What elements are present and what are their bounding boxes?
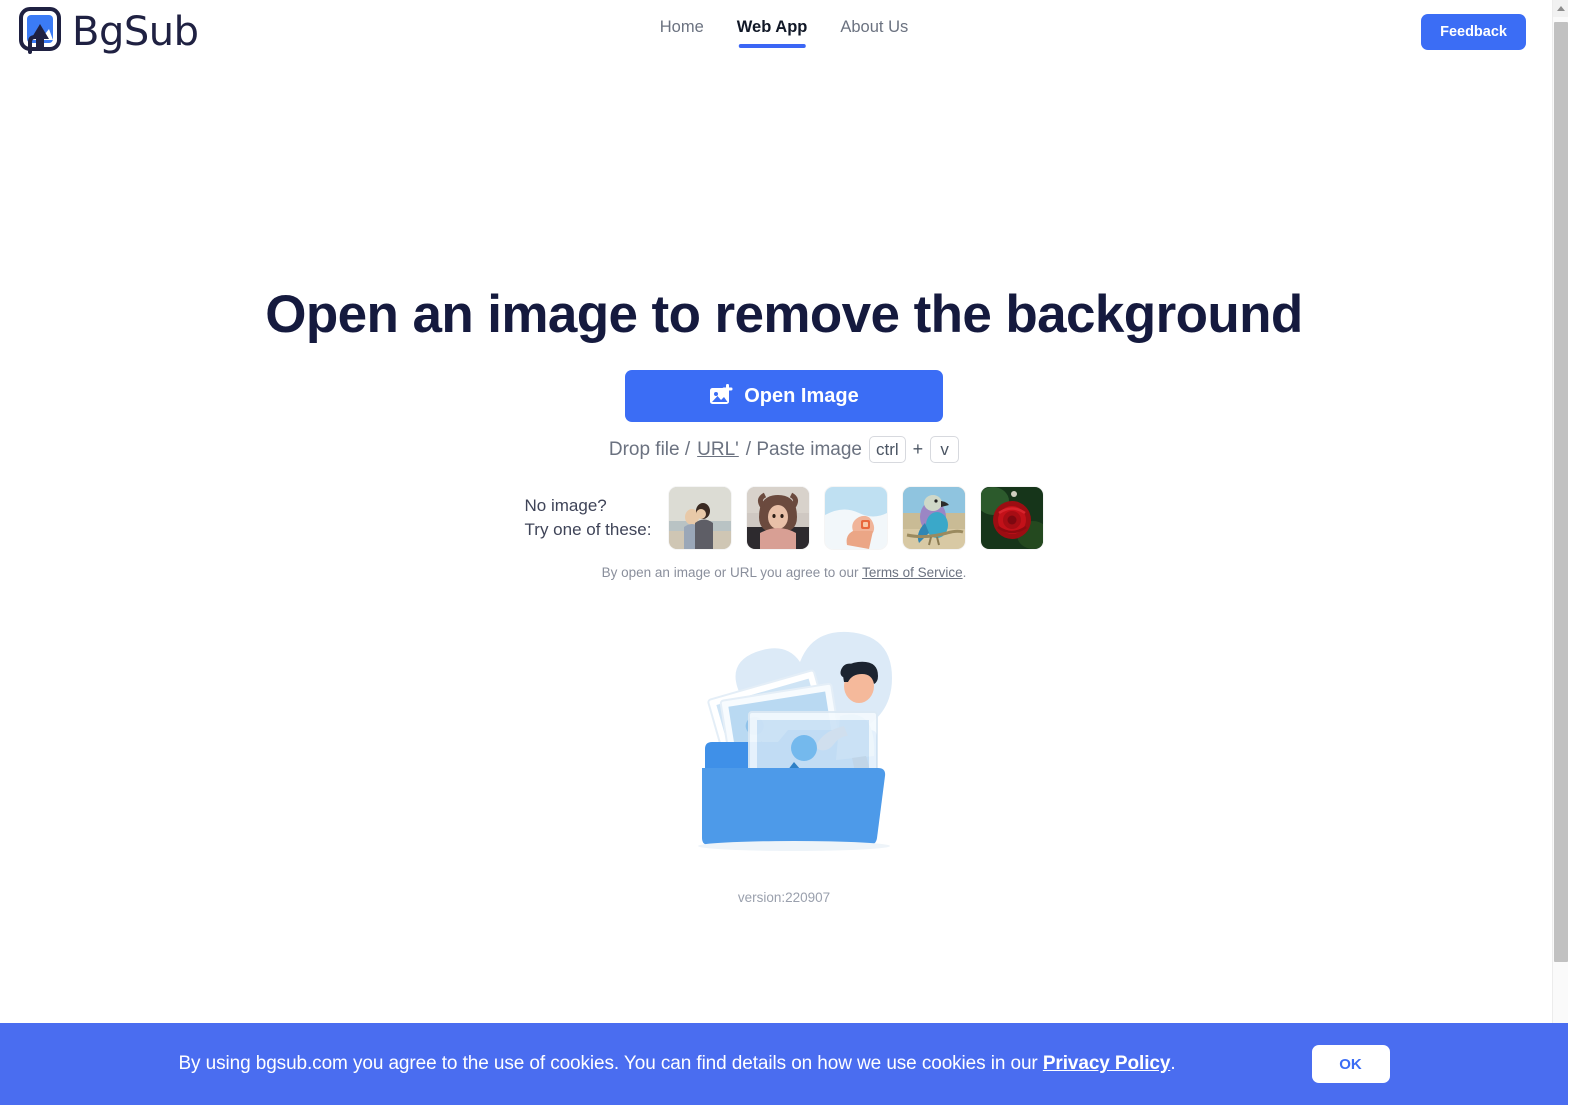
terms-of-service-link[interactable]: Terms of Service xyxy=(862,565,963,580)
sample-label-line-2: Try one of these: xyxy=(524,520,652,540)
nav-item-about-us[interactable]: About Us xyxy=(840,18,908,48)
terms-notice: By open an image or URL you agree to our… xyxy=(0,565,1568,580)
sample-images-row: No image? Try one of these: xyxy=(0,487,1568,550)
terms-suffix: . xyxy=(962,565,967,581)
logo-text: BgSub xyxy=(72,9,199,55)
scrollbar-thumb[interactable] xyxy=(1554,22,1568,962)
version-label: version:220907 xyxy=(737,890,831,906)
cookie-text-prefix: By using bgsub.com you agree to the use … xyxy=(178,1053,1038,1074)
privacy-policy-link[interactable]: Privacy Policy xyxy=(1043,1053,1171,1074)
sample-thumb-couple-photo[interactable] xyxy=(669,487,732,550)
terms-prefix: By open an image or URL you agree to our xyxy=(601,565,859,581)
drop-file-prefix: Drop file / xyxy=(608,438,691,460)
site-header: BgSub Home Web App About Us Feedback xyxy=(0,0,1568,68)
sample-label-line-1: No image? xyxy=(524,495,607,515)
nav-item-home[interactable]: Home xyxy=(660,18,704,48)
page-root: BgSub Home Web App About Us Feedback Ope… xyxy=(0,0,1568,1105)
cookie-text-suffix: . xyxy=(1170,1053,1176,1074)
drop-file-row: Drop file / URL' / Paste image ctrl + v xyxy=(0,436,1568,464)
open-image-button-wrap: Open Image xyxy=(0,370,1568,423)
add-image-icon xyxy=(709,384,735,408)
main-content: Open an image to remove the background O… xyxy=(0,68,1568,905)
main-nav: Home Web App About Us xyxy=(660,18,908,48)
paste-image-text: / Paste image xyxy=(745,438,862,460)
sample-thumb-hand-holding-object-photo[interactable] xyxy=(825,487,888,550)
sample-thumb-red-rose-photo[interactable] xyxy=(981,487,1044,550)
sample-thumb-lilac-breasted-roller-bird-photo[interactable] xyxy=(903,487,966,550)
url-link[interactable]: URL' xyxy=(697,439,739,461)
sample-images-label: No image? Try one of these: xyxy=(525,494,652,543)
open-image-button-label: Open Image xyxy=(744,384,859,407)
logo-image-arrow-icon xyxy=(18,6,68,58)
scrollbar-up-arrow-icon[interactable] xyxy=(1553,0,1568,17)
page-scrollbar[interactable] xyxy=(1552,0,1568,1105)
nav-item-web-app[interactable]: Web App xyxy=(737,18,807,48)
feedback-button[interactable]: Feedback xyxy=(1421,14,1526,50)
person-with-photo-folder-illustration xyxy=(698,632,892,852)
sample-thumb-woman-portrait-photo[interactable] xyxy=(747,487,810,550)
sample-thumbnails xyxy=(669,487,1044,550)
empty-state-illustration xyxy=(0,620,1568,852)
key-plus: + xyxy=(912,439,924,460)
open-image-button[interactable]: Open Image xyxy=(625,370,943,423)
logo[interactable]: BgSub xyxy=(18,6,199,58)
key-ctrl: ctrl xyxy=(868,436,906,464)
cookie-accept-button[interactable]: OK xyxy=(1311,1045,1390,1083)
page-title: Open an image to remove the background xyxy=(265,285,1303,344)
cookie-consent-text: By using bgsub.com you agree to the use … xyxy=(178,1053,1175,1075)
key-v: v xyxy=(930,436,960,464)
cookie-consent-bar: By using bgsub.com you agree to the use … xyxy=(0,1023,1568,1105)
